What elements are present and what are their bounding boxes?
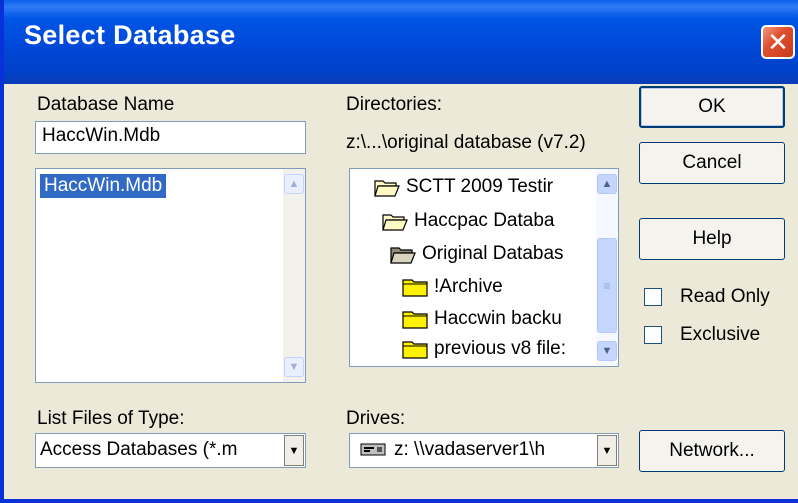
directory-item[interactable]: previous v8 file: xyxy=(402,336,566,362)
drives-label: Drives: xyxy=(346,408,406,429)
scroll-up-button[interactable]: ▲ xyxy=(284,174,304,194)
directory-item-label: Haccwin backu xyxy=(434,308,562,329)
folder-icon xyxy=(402,311,428,329)
scroll-up-button[interactable]: ▲ xyxy=(597,174,617,194)
file-list-scrollbar[interactable]: ▲ ▼ xyxy=(283,169,305,382)
ok-button[interactable]: OK xyxy=(639,86,785,128)
open-folder-icon xyxy=(382,214,408,231)
close-icon: ✕ xyxy=(767,27,789,57)
network-drive-icon xyxy=(360,443,386,456)
chevron-up-icon: ▲ xyxy=(601,178,613,190)
chevron-down-icon: ▼ xyxy=(601,345,613,357)
folder-icon xyxy=(402,341,428,359)
directory-item-label: Haccpac Databa xyxy=(414,210,555,231)
database-name-label: Database Name xyxy=(37,94,175,115)
directory-item[interactable]: Haccwin backu xyxy=(402,306,562,332)
directory-item[interactable]: SCTT 2009 Testir xyxy=(374,174,553,200)
directory-item[interactable]: Haccpac Databa xyxy=(382,208,554,234)
open-folder-selected-icon xyxy=(390,247,416,264)
exclusive-label[interactable]: Exclusive xyxy=(680,324,760,346)
scroll-down-button[interactable]: ▼ xyxy=(597,341,617,361)
directories-label: Directories: xyxy=(346,94,443,115)
help-button[interactable]: Help xyxy=(639,218,785,260)
network-button[interactable]: Network... xyxy=(639,430,785,472)
dialog-title: Select Database xyxy=(24,20,236,50)
drives-select[interactable]: z: \\vadaserver1\h ▼ xyxy=(349,433,619,468)
grip-icon: ≡ xyxy=(603,278,611,293)
directory-item-selected[interactable]: Original Databas xyxy=(390,241,564,267)
chevron-up-icon: ▲ xyxy=(288,178,300,190)
current-directory-path: z:\...\original database (v7.2) xyxy=(346,132,586,153)
drives-dropdown-button[interactable]: ▼ xyxy=(597,435,617,466)
file-type-label: List Files of Type: xyxy=(37,408,185,429)
directory-item[interactable]: !Archive xyxy=(402,274,503,300)
file-type-value: Access Databases (*.m xyxy=(40,439,238,460)
database-file-list[interactable]: HaccWin.Mdb ▲ ▼ xyxy=(35,168,306,383)
title-bar[interactable]: Select Database ✕ xyxy=(4,0,798,84)
directory-item-label: Original Databas xyxy=(422,243,564,264)
list-item[interactable]: HaccWin.Mdb xyxy=(40,174,167,198)
scroll-down-button[interactable]: ▼ xyxy=(284,357,304,377)
file-type-select[interactable]: Access Databases (*.m ▼ xyxy=(35,433,306,468)
chevron-down-icon: ▼ xyxy=(601,444,613,457)
directory-item-label: previous v8 file: xyxy=(434,338,567,359)
cancel-button[interactable]: Cancel xyxy=(639,142,785,184)
chevron-down-icon: ▼ xyxy=(288,444,300,457)
drives-value-wrap: z: \\vadaserver1\h xyxy=(360,439,545,461)
folder-icon xyxy=(402,279,428,297)
read-only-checkbox[interactable] xyxy=(644,288,662,306)
directory-list-scrollbar[interactable]: ▲ ≡ ▼ xyxy=(596,169,618,366)
dialog-body: Database Name HaccWin.Mdb HaccWin.Mdb ▲ … xyxy=(8,84,798,499)
exclusive-checkbox[interactable] xyxy=(644,326,662,344)
read-only-label[interactable]: Read Only xyxy=(680,286,770,308)
chevron-down-icon: ▼ xyxy=(288,361,300,373)
scroll-thumb[interactable]: ≡ xyxy=(597,238,617,333)
open-folder-icon xyxy=(374,180,400,197)
directory-list[interactable]: SCTT 2009 Testir Haccpac Databa Original… xyxy=(349,168,619,367)
close-button[interactable]: ✕ xyxy=(761,25,795,59)
drives-value: z: \\vadaserver1\h xyxy=(394,439,546,460)
directory-item-label: !Archive xyxy=(434,276,503,297)
directory-item-label: SCTT 2009 Testir xyxy=(406,176,554,197)
file-type-dropdown-button[interactable]: ▼ xyxy=(284,435,304,466)
select-database-dialog: Select Database ✕ Database Name HaccWin.… xyxy=(0,0,798,503)
database-name-input[interactable]: HaccWin.Mdb xyxy=(35,121,306,154)
